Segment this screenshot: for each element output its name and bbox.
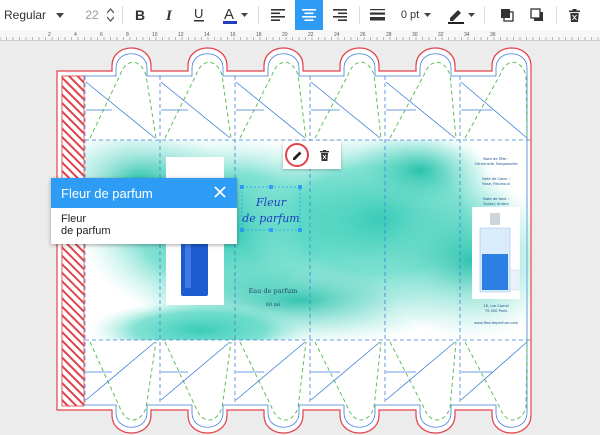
ruler-label: 24 [334,32,340,38]
svg-text:I: I [165,8,173,22]
align-center-icon [302,9,316,21]
svg-text:18, rue Camel: 18, rue Camel [483,304,508,308]
text-color-icon: A [223,6,237,24]
bold-button[interactable]: B [128,0,152,30]
font-weight-value: Regular [4,8,47,22]
delete-button[interactable] [562,0,586,30]
underline-icon: U [194,7,204,22]
italic-icon: I [165,8,173,22]
ruler-label: 12 [178,32,184,38]
align-left-icon [271,9,285,21]
horizontal-ruler: 2 4 6 8 10 12 14 16 18 20 22 24 26 28 30 32 34 36 [0,30,600,41]
ruler-label: 6 [100,32,103,38]
align-right-button[interactable] [327,0,353,30]
ruler-label: 14 [204,32,210,38]
text-edit-popup: Fleur de parfum Fleur de parfum [51,178,237,244]
ruler-label: 28 [386,32,392,38]
trash-icon [319,149,329,161]
ruler-label: 32 [438,32,444,38]
chevron-down-icon [424,13,432,17]
underline-button[interactable]: U [187,0,211,30]
align-right-icon [333,9,347,21]
align-left-button[interactable] [265,0,291,30]
ruler-label: 30 [412,32,418,38]
design-canvas[interactable]: Fleur de parfum Eau de parfum 60 ml Note… [0,41,600,435]
perfume-bottle-image-side[interactable] [472,207,520,299]
font-size-stepper[interactable]: 22 [80,0,118,30]
svg-text:Rose, Patchouli: Rose, Patchouli [482,182,509,186]
toolbar-divider [556,6,557,24]
ruler-label: 18 [256,32,262,38]
ruler-label: 2 [48,32,51,38]
text-format-toolbar: Regular 22 B I U A 0 pt [0,0,600,30]
border-color-button[interactable] [444,0,478,30]
align-center-button[interactable] [295,0,323,30]
pencil-icon [292,151,301,160]
svg-text:Note de Cœur :: Note de Cœur : [482,177,510,181]
chevron-down-icon [468,13,475,17]
svg-text:Santal, Ambre: Santal, Ambre [483,202,509,206]
svg-text:B: B [135,8,145,22]
ruler-label: 8 [126,32,129,38]
font-weight-select[interactable]: Regular [4,0,66,30]
svg-text:75 000 Paris: 75 000 Paris [485,309,507,313]
ruler-label: 36 [490,32,496,38]
title-line-2[interactable]: de parfum [242,212,300,225]
toolbar-divider [258,6,259,24]
chevron-down-icon [241,13,248,17]
border-style-button[interactable] [364,0,390,30]
stepper-arrows-icon [107,8,114,22]
ruler-label: 34 [464,32,470,38]
font-size-value: 22 [85,8,99,22]
svg-text:U: U [194,7,203,21]
ruler-label: 16 [230,32,236,38]
text-color-button[interactable]: A [219,0,251,30]
pen-color-icon [448,10,464,24]
trash-icon [568,8,580,22]
ruler-label: 4 [74,32,77,38]
ruler-label: 26 [360,32,366,38]
element-action-bar [283,141,341,169]
svg-text:Note de fond :: Note de fond : [483,197,509,201]
border-width-select[interactable]: 0 pt [396,0,436,30]
title-line-1[interactable]: Fleur [255,196,287,209]
popup-header: Fleur de parfum [51,178,237,208]
svg-text:Citronnelle, Bergamotte: Citronnelle, Bergamotte [474,162,518,166]
delete-element-button[interactable] [315,146,333,164]
chevron-down-icon [56,13,64,18]
volume-text[interactable]: 60 ml [266,302,281,308]
popup-title: Fleur de parfum [61,185,153,201]
toolbar-divider [484,6,485,24]
ruler-scale: 2 4 6 8 10 12 14 16 18 20 22 24 26 28 30 32 34 36 [0,32,599,40]
svg-text:www.fleurdeparfum.com: www.fleurdeparfum.com [474,321,519,325]
line-weight-icon [369,9,385,21]
edit-text-button[interactable] [285,143,309,167]
bring-forward-button[interactable] [494,0,520,30]
svg-text:A: A [224,6,234,23]
send-backward-icon [530,8,543,21]
italic-button[interactable]: I [158,0,182,30]
ruler-label: 20 [282,32,288,38]
popup-text-field[interactable]: Fleur de parfum [51,208,237,242]
toolbar-divider [359,6,360,24]
send-backward-button[interactable] [524,0,550,30]
ruler-label: 10 [152,32,158,38]
ruler-label: 22 [308,32,314,38]
subtitle-text[interactable]: Eau de parfum [249,287,298,295]
border-width-value: 0 pt [400,9,420,21]
close-icon[interactable] [213,185,227,199]
bold-icon: B [135,8,145,22]
toolbar-divider [122,6,123,24]
bring-forward-icon [501,9,514,22]
svg-text:Note de Tête :: Note de Tête : [483,157,508,161]
